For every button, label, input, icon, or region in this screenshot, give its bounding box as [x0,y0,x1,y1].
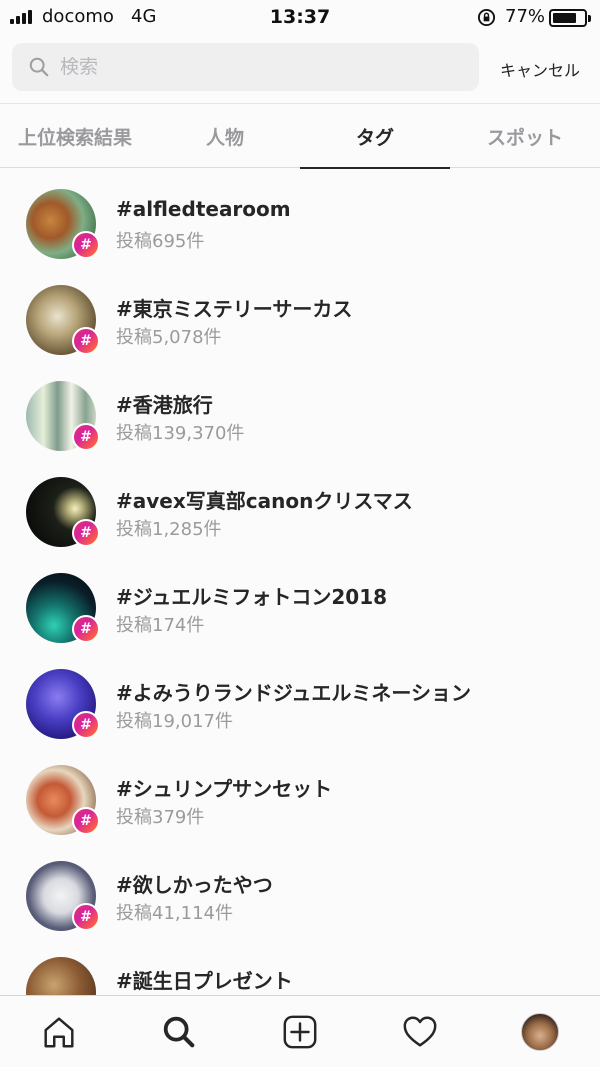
tag-name: #ジュエルミフォトコン2018 [116,585,388,609]
tag-row[interactable]: #誕生日プレゼント [0,937,600,995]
tag-name: #シュリンプサンセット [116,777,333,801]
tag-row[interactable]: # #ジュエルミフォトコン2018 投稿174件 [0,553,600,649]
tag-name: #欲しかったやつ [116,873,273,897]
cancel-button[interactable]: キャンセル [490,57,590,81]
search-tabs: 上位検索結果 人物 タグ スポット [0,104,600,169]
tag-row[interactable]: # #シュリンプサンセット 投稿379件 [0,745,600,841]
tag-post-count: 投稿174件 [116,615,205,636]
tag-name: #avex写真部canonクリスマス [116,489,413,513]
search-input[interactable] [60,56,460,78]
tag-name: #誕生日プレゼント [116,969,293,993]
hashtag-badge-icon: # [72,615,100,643]
hashtag-badge-icon: # [72,807,100,835]
tag-post-count: 投稿19,017件 [116,711,233,732]
tag-post-count: 投稿41,114件 [116,903,233,924]
hashtag-badge-icon: # [72,327,100,355]
search-icon [163,1016,195,1048]
search-icon [29,57,49,77]
tag-name: #東京ミステリーサーカス [116,297,353,321]
tag-name: #よみうりランドジュエルミネーション [116,681,471,705]
tag-row[interactable]: # #欲しかったやつ 投稿41,114件 [0,841,600,937]
add-post-icon [283,1015,317,1049]
nav-search-button[interactable] [155,1008,203,1056]
tag-post-count: 投稿695件 [116,231,205,252]
battery-icon [549,9,591,27]
hashtag-badge-icon: # [72,231,100,259]
hashtag-badge-icon: # [72,711,100,739]
tag-post-count: 投稿139,370件 [116,423,245,444]
tab-top[interactable]: 上位検索結果 [0,104,150,168]
status-bar: docomo 4G 13:37 77% [0,0,600,36]
battery-level-fill [553,13,576,23]
tab-places[interactable]: スポット [450,104,600,168]
tag-name: #alfledtearoom [116,197,291,221]
tag-row[interactable]: # #avex写真部canonクリスマス 投稿1,285件 [0,457,600,553]
orientation-lock-icon [477,8,496,27]
nav-activity-button[interactable] [396,1008,444,1056]
hashtag-badge-icon: # [72,519,100,547]
search-bar[interactable] [12,43,479,91]
bottom-nav [0,995,600,1067]
tag-row[interactable]: # #香港旅行 投稿139,370件 [0,361,600,457]
tag-name: #香港旅行 [116,393,213,417]
tag-row[interactable]: # #よみうりランドジュエルミネーション 投稿19,017件 [0,649,600,745]
tag-post-count: 投稿5,078件 [116,327,222,348]
nav-home-button[interactable] [35,1008,83,1056]
battery-percent: 77% [505,6,546,27]
hashtag-badge-icon: # [72,423,100,451]
nav-add-post-button[interactable] [276,1008,324,1056]
profile-avatar [521,1013,559,1051]
tab-tags[interactable]: タグ [300,104,450,169]
tag-post-count: 投稿379件 [116,807,205,828]
hashtag-badge-icon: # [72,903,100,931]
tag-post-count: 投稿1,285件 [116,519,222,540]
heart-icon [403,1016,437,1047]
tag-row[interactable]: # #東京ミステリーサーカス 投稿5,078件 [0,265,600,361]
tab-people[interactable]: 人物 [150,104,300,168]
tag-row[interactable]: # #alfledtearoom 投稿695件 [0,169,600,265]
tag-thumbnail [26,957,96,995]
tag-results-list: # #alfledtearoom 投稿695件 # #東京ミステリーサーカス 投… [0,169,600,995]
home-icon [44,1017,74,1048]
nav-profile-button[interactable] [516,1008,564,1056]
